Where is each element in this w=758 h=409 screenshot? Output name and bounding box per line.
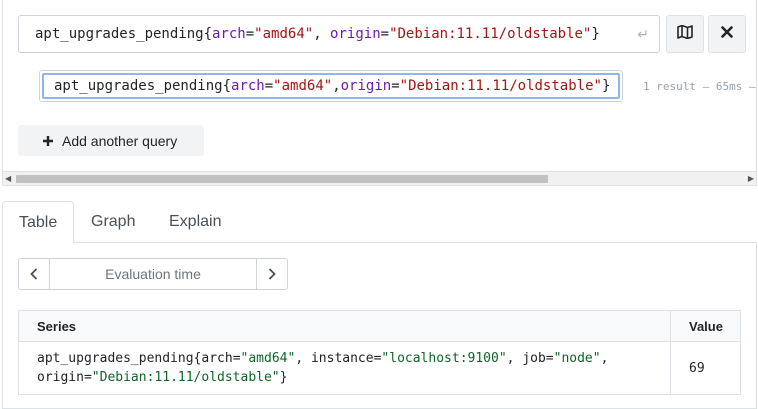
label-name: origin — [330, 26, 381, 42]
equals: = — [264, 78, 274, 94]
scroll-right-icon[interactable]: ▶ — [748, 174, 754, 183]
metrics-explorer-button[interactable] — [666, 15, 704, 53]
value-cell: 69 — [670, 341, 741, 395]
sub-expression-text[interactable]: apt_upgrades_pending{arch="amd64",origin… — [54, 78, 610, 94]
label-name: arch — [231, 78, 265, 94]
metric-name: apt_upgrades_pending — [35, 26, 204, 42]
scroll-left-icon[interactable]: ◀ — [5, 174, 11, 183]
sub-query-row: apt_upgrades_pending{arch="amd64",origin… — [39, 70, 758, 102]
add-query-button[interactable]: Add another query — [18, 125, 204, 156]
table-header-row: Series Value — [18, 310, 741, 342]
equals: = — [245, 26, 255, 42]
metric-name: apt_upgrades_pending — [37, 351, 194, 366]
brace-close: } — [601, 78, 611, 94]
sub-query-input[interactable]: apt_upgrades_pending{arch="amd64",origin… — [39, 70, 623, 102]
plus-icon — [42, 132, 54, 150]
scrollbar-thumb[interactable] — [16, 175, 548, 183]
series-header: Series — [18, 310, 671, 342]
label-name: origin — [340, 78, 392, 94]
label-name: job — [522, 351, 546, 366]
label-name: arch — [212, 26, 246, 42]
close-icon — [721, 25, 733, 43]
metric-name: apt_upgrades_pending — [54, 78, 223, 94]
brace-close: } — [591, 26, 600, 42]
brace-open: { — [203, 26, 213, 42]
tab-graph[interactable]: Graph — [75, 201, 151, 243]
tab-explain[interactable]: Explain — [153, 201, 237, 243]
tab-table[interactable]: Table — [2, 201, 74, 243]
label-value: "Debian:11.11/oldstable" — [399, 78, 602, 94]
label-name: origin — [37, 370, 84, 385]
expression-input[interactable]: apt_upgrades_pending{arch="amd64", origi… — [18, 15, 660, 53]
query-panel: apt_upgrades_pending{arch="amd64", origi… — [2, 0, 757, 186]
comma: , — [332, 78, 341, 94]
prev-time-button[interactable] — [19, 259, 50, 289]
label-value: "amd64" — [254, 26, 314, 42]
add-query-label: Add another query — [62, 132, 178, 149]
map-icon — [677, 24, 693, 44]
next-time-button[interactable] — [256, 259, 287, 289]
label-value: "Debian:11.11/oldstable" — [389, 26, 592, 42]
label-value: "Debian:11.11/oldstable" — [91, 370, 280, 385]
label-value: "amd64" — [273, 78, 333, 94]
equals: = — [391, 78, 400, 94]
expression-text[interactable]: apt_upgrades_pending{arch="amd64", origi… — [35, 26, 600, 42]
brace-open: { — [222, 78, 232, 94]
series-cell: apt_upgrades_pending{arch="amd64", insta… — [18, 341, 671, 395]
chevron-left-icon — [30, 268, 38, 280]
label-value: "amd64" — [240, 351, 296, 366]
label-name: arch — [201, 351, 233, 366]
remove-panel-button[interactable] — [708, 15, 746, 53]
label-value: "localhost:9100" — [381, 351, 507, 366]
label-name: instance — [310, 351, 374, 366]
value-header: Value — [670, 310, 741, 342]
table-row: apt_upgrades_pending{arch="amd64", insta… — [18, 341, 741, 395]
result-table: Series Value apt_upgrades_pending{arch="… — [18, 310, 741, 395]
horizontal-scrollbar[interactable]: ◀ ▶ — [3, 171, 756, 185]
evaluation-time-input[interactable]: Evaluation time — [50, 259, 256, 289]
label-value: "node" — [553, 351, 601, 366]
result-tabs: Table Graph Explain — [2, 201, 757, 243]
query-stats: 1 result – 65ms – — [643, 80, 756, 93]
evaluation-time-control: Evaluation time — [18, 258, 288, 290]
comma: , — [313, 26, 331, 42]
enter-icon[interactable]: ↵ — [637, 26, 649, 43]
chevron-right-icon — [268, 268, 276, 280]
equals: = — [380, 26, 390, 42]
